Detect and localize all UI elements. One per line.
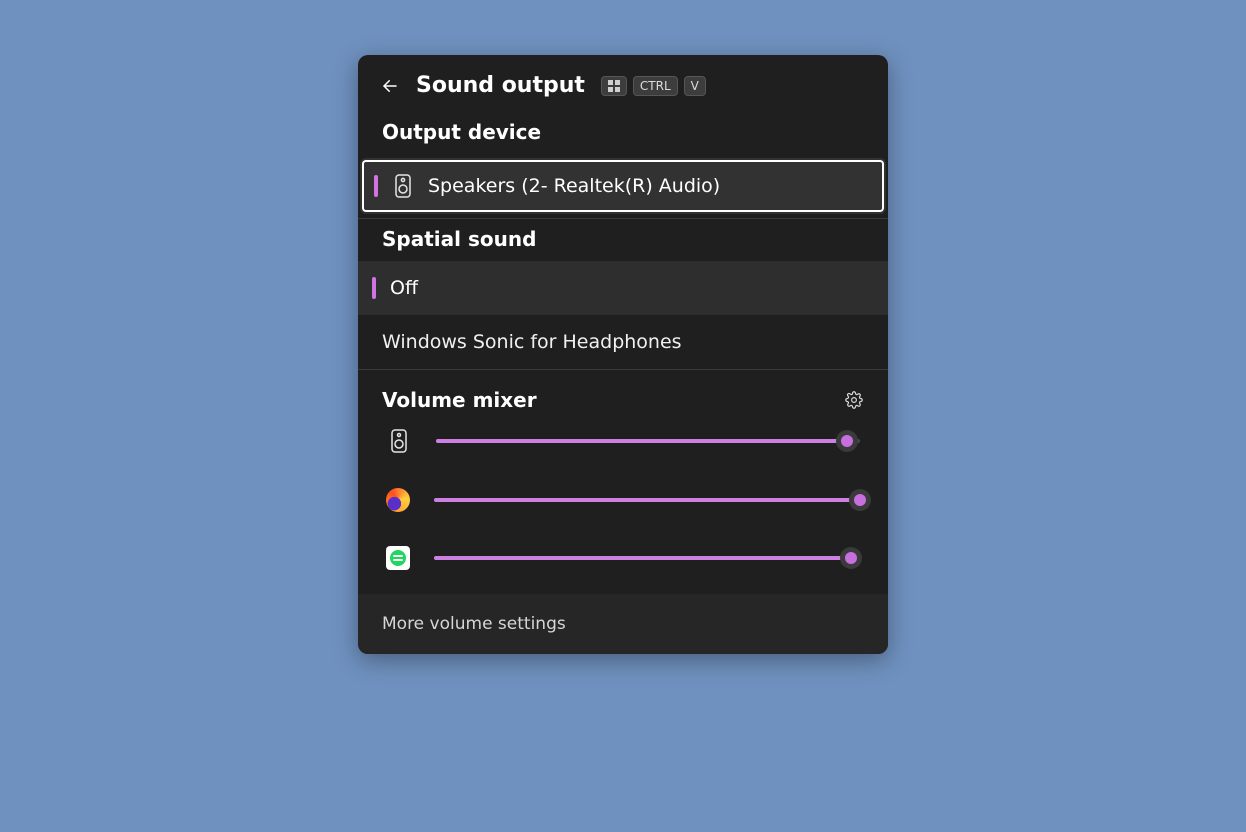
- shortcut-hint: CTRL V: [601, 76, 706, 96]
- slider-thumb[interactable]: [836, 430, 858, 452]
- volume-mixer-heading: Volume mixer: [382, 388, 537, 412]
- slider-thumb[interactable]: [840, 547, 862, 569]
- spatial-sound-heading: Spatial sound: [358, 219, 888, 261]
- v-key: V: [684, 76, 706, 96]
- arrow-left-icon: [381, 77, 399, 95]
- slider-fill: [434, 498, 860, 502]
- slider-fill: [436, 439, 847, 443]
- win-key-icon: [601, 76, 627, 96]
- volume-slider-spotify[interactable]: [434, 548, 860, 568]
- panel-title: Sound output: [416, 73, 585, 98]
- selection-mark: [374, 175, 378, 197]
- spatial-option-label: Off: [390, 277, 418, 299]
- spatial-option-label: Windows Sonic for Headphones: [382, 331, 682, 353]
- gear-icon: [845, 391, 863, 409]
- speaker-icon: [392, 174, 414, 198]
- volume-slider-firefox[interactable]: [434, 490, 860, 510]
- volume-mixer-rows: [358, 422, 888, 594]
- volume-mixer-header: Volume mixer: [358, 370, 888, 422]
- more-volume-settings[interactable]: More volume settings: [358, 594, 888, 654]
- selection-mark: [372, 277, 376, 299]
- output-device-heading: Output device: [358, 112, 888, 154]
- volume-slider-system-speaker[interactable]: [436, 431, 860, 451]
- slider-fill: [434, 556, 851, 560]
- back-button[interactable]: [380, 76, 400, 96]
- mixer-row-system-speaker: [386, 428, 860, 454]
- more-volume-settings-label: More volume settings: [382, 614, 566, 634]
- output-device-option[interactable]: Speakers (2- Realtek(R) Audio): [360, 158, 886, 214]
- output-device-label: Speakers (2- Realtek(R) Audio): [428, 175, 720, 197]
- mixer-row-firefox: [386, 488, 860, 512]
- spatial-option-windows-sonic[interactable]: Windows Sonic for Headphones: [358, 315, 888, 369]
- mixer-row-spotify: [386, 546, 860, 570]
- ctrl-key: CTRL: [633, 76, 678, 96]
- sound-output-panel: Sound output CTRL V Output device Speake…: [358, 55, 888, 654]
- speaker-icon: [386, 428, 412, 454]
- spotify-icon: [386, 546, 410, 570]
- panel-header: Sound output CTRL V: [358, 55, 888, 112]
- mixer-settings-button[interactable]: [844, 390, 864, 410]
- firefox-icon: [386, 488, 410, 512]
- slider-thumb[interactable]: [849, 489, 871, 511]
- spatial-option-off[interactable]: Off: [358, 261, 888, 315]
